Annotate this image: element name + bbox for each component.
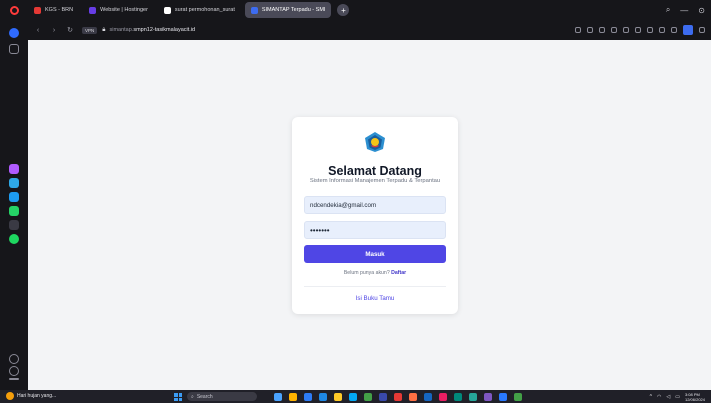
taskbar-search[interactable]: ⌕ Search	[187, 392, 257, 401]
menu-icon[interactable]	[671, 27, 677, 33]
camera-icon[interactable]	[575, 27, 581, 33]
taskbar-app-icon[interactable]	[289, 393, 297, 401]
whatsapp-icon[interactable]	[9, 206, 19, 216]
url-field[interactable]: simantap.smpn12-tasikmalayacit.id	[109, 27, 195, 33]
shield-icon[interactable]	[599, 27, 605, 33]
weather-widget[interactable]: Hari hujan yang...	[6, 392, 56, 400]
page-title: Selamat Datang	[328, 164, 422, 178]
search-placeholder: Search	[196, 393, 213, 400]
taskbar-app-icon[interactable]	[334, 393, 342, 401]
taskbar-app-icon[interactable]	[394, 393, 402, 401]
browser-sidebar	[0, 20, 28, 390]
battery-icon[interactable]: ▭	[675, 394, 680, 400]
window-controls: ⌕ — ⊙	[666, 0, 705, 20]
opera-browser-icon[interactable]	[0, 0, 28, 20]
bookmark-icon[interactable]	[623, 27, 629, 33]
taskbar-app-icon[interactable]	[349, 393, 357, 401]
wallet-icon[interactable]	[611, 27, 617, 33]
forward-icon[interactable]: ›	[48, 24, 60, 36]
taskbar-app-icon[interactable]	[319, 393, 327, 401]
tab-favicon-icon	[163, 6, 171, 14]
browser-tab-bar: KGS - BRN Website | Hostinger surat perm…	[0, 0, 711, 20]
weather-text: Hari hujan yang...	[17, 393, 57, 399]
search-icon: ⌕	[191, 393, 194, 400]
telegram-icon[interactable]	[9, 178, 19, 188]
tab-surat-permohonan[interactable]: surat permohonan_surat	[158, 2, 241, 18]
tab-label: KGS - BRN	[45, 7, 74, 13]
messenger-icon[interactable]	[9, 164, 19, 174]
weather-icon	[6, 392, 14, 400]
url-domain: smpn12-tasikmalayacit.id	[133, 27, 196, 33]
system-tray: ^ ◠ ◁ ▭ 3:08 PM 12/06/2024	[650, 391, 705, 402]
home-icon[interactable]	[9, 28, 19, 38]
pin-icon[interactable]: ⊙	[698, 6, 705, 15]
tiktok-icon[interactable]	[9, 220, 19, 230]
school-logo-icon	[364, 131, 386, 153]
easy-setup-icon[interactable]	[699, 27, 705, 33]
vpn-badge[interactable]: VPN	[82, 26, 98, 34]
download-icon[interactable]	[659, 27, 665, 33]
guestbook-link[interactable]: Isi Buku Tamu	[292, 295, 458, 302]
taskbar-app-icon[interactable]	[484, 393, 492, 401]
new-tab-button[interactable]: +	[337, 4, 350, 16]
history-icon[interactable]	[9, 366, 19, 376]
taskbar-app-icon[interactable]	[514, 393, 522, 401]
tab-search-icon[interactable]: ⌕	[666, 5, 670, 15]
register-link[interactable]: Daftar	[391, 270, 406, 276]
taskbar-app-icon[interactable]	[274, 393, 282, 401]
lock-icon[interactable]: 🔒︎	[102, 27, 105, 34]
profile-icon[interactable]	[683, 25, 693, 35]
heart-icon[interactable]	[9, 354, 19, 364]
spotify-icon[interactable]	[9, 234, 19, 244]
back-icon[interactable]: ‹	[32, 24, 44, 36]
taskbar-app-icon[interactable]	[304, 393, 312, 401]
wifi-icon[interactable]: ◠	[657, 394, 661, 400]
tab-favicon-icon	[34, 6, 41, 14]
divider	[304, 286, 446, 287]
taskbar-app-icon[interactable]	[499, 393, 507, 401]
register-prompt-text: Belum punya akun?	[343, 270, 390, 276]
taskbar-app-icon[interactable]	[409, 393, 417, 401]
password-field[interactable]	[304, 221, 446, 239]
windows-taskbar: Hari hujan yang... ⌕ Search ^ ◠ ◁ ▭ 3:08…	[0, 390, 711, 403]
extensions-icon[interactable]	[587, 27, 593, 33]
star-icon[interactable]	[9, 44, 19, 54]
register-prompt: Belum punya akun? Daftar	[292, 270, 458, 276]
volume-icon[interactable]: ◁	[666, 394, 670, 400]
page-subtitle: Sistem Informasi Manajemen Terpadu & Ter…	[309, 178, 441, 184]
clock[interactable]: 3:08 PM 12/06/2024	[685, 392, 705, 402]
address-bar: ‹ › ↻ VPN 🔒︎ simantap.smpn12-tasikmalaya…	[28, 20, 711, 40]
email-field[interactable]	[304, 196, 446, 214]
more-icon[interactable]	[9, 378, 19, 380]
twitter-icon[interactable]	[9, 192, 19, 202]
reload-icon[interactable]: ↻	[64, 24, 76, 36]
tab-favicon-icon	[250, 6, 258, 14]
taskbar-app-icon[interactable]	[424, 393, 432, 401]
clock-date: 12/06/2024	[684, 396, 705, 402]
minimize-icon[interactable]: —	[680, 6, 688, 15]
toolbar-icons	[575, 20, 705, 40]
page-viewport: Selamat Datang Sistem Informasi Manajeme…	[28, 40, 711, 390]
taskbar-app-icon[interactable]	[364, 393, 372, 401]
tab-simantap[interactable]: SIMANTAP Terpadu - SMI	[244, 2, 332, 18]
taskbar-app-icon[interactable]	[379, 393, 387, 401]
taskbar-app-icon[interactable]	[469, 393, 477, 401]
tab-hostinger[interactable]: Website | Hostinger	[83, 2, 154, 18]
taskbar-app-icon[interactable]	[439, 393, 447, 401]
tab-kgs[interactable]: KGS - BRN	[28, 2, 79, 18]
play-icon[interactable]	[635, 27, 641, 33]
tab-label: Website | Hostinger	[100, 7, 148, 13]
login-card: Selamat Datang Sistem Informasi Manajeme…	[292, 117, 458, 314]
tab-favicon-icon	[89, 6, 97, 14]
chevron-up-icon[interactable]: ^	[650, 394, 652, 400]
heart-icon[interactable]	[647, 27, 653, 33]
login-button[interactable]: Masuk	[304, 245, 446, 263]
tab-label: surat permohonan_surat	[174, 7, 235, 13]
start-button-icon[interactable]	[174, 393, 182, 401]
url-prefix: simantap.	[109, 27, 134, 33]
taskbar-app-icon[interactable]	[454, 393, 462, 401]
tab-label: SIMANTAP Terpadu - SMI	[261, 7, 326, 13]
